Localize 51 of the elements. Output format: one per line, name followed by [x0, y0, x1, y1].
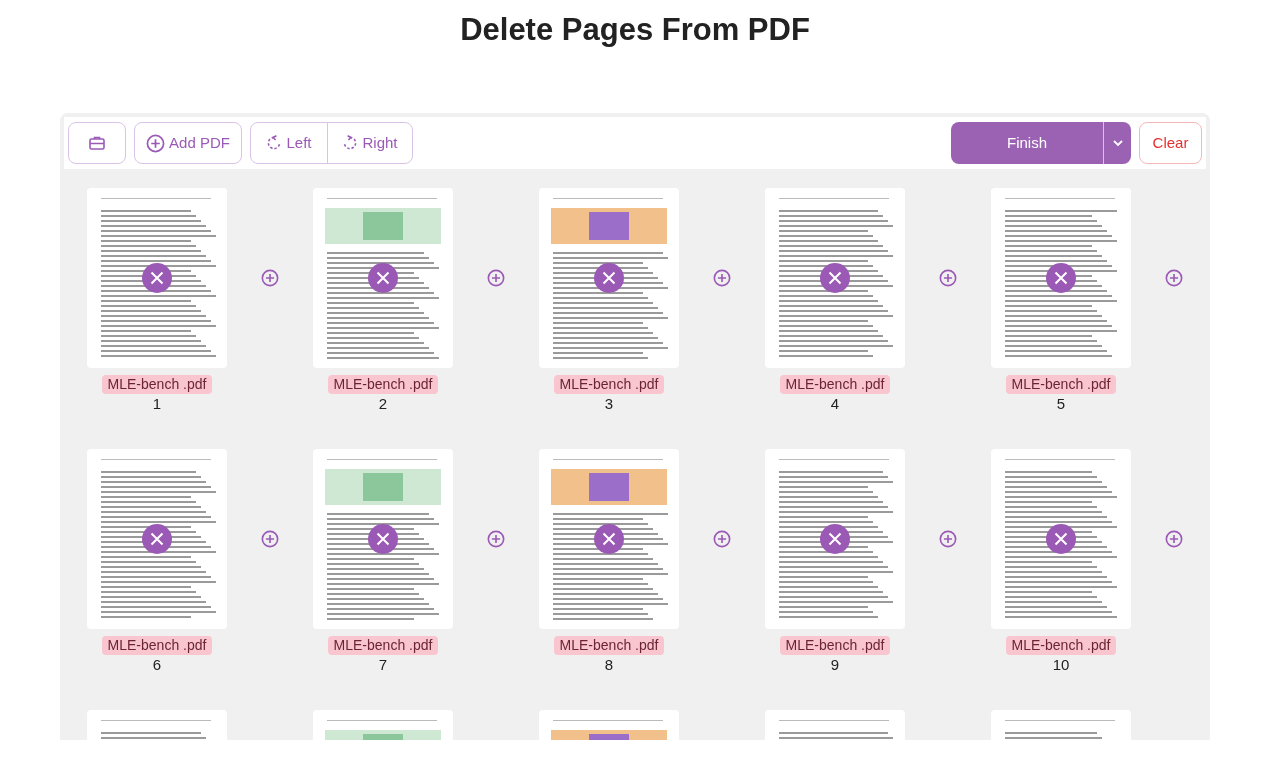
rotate-right-button[interactable]: Right — [327, 123, 412, 163]
file-name-tag: MLE-bench .pdf — [1005, 375, 1117, 394]
file-name-tag: MLE-bench .pdf — [1005, 636, 1117, 655]
page-number: 2 — [378, 394, 388, 413]
close-icon — [376, 532, 390, 546]
toolbox-icon — [89, 136, 105, 150]
clear-button[interactable]: Clear — [1139, 122, 1202, 164]
rotate-left-button[interactable]: Left — [251, 123, 327, 163]
add-icon[interactable] — [1165, 530, 1183, 548]
close-icon — [150, 271, 164, 285]
close-icon — [828, 271, 842, 285]
add-icon[interactable] — [713, 269, 731, 287]
close-icon — [1054, 271, 1068, 285]
page-title: Delete Pages From PDF — [460, 11, 810, 49]
add-pdf-button[interactable]: Add PDF — [134, 122, 242, 164]
page-number: 9 — [830, 655, 840, 674]
page-number: 10 — [1052, 655, 1070, 674]
file-name-tag: MLE-bench .pdf — [327, 375, 439, 394]
rotate-icon — [342, 135, 359, 151]
close-icon — [1054, 532, 1068, 546]
close-icon — [828, 532, 842, 546]
close-icon — [602, 271, 616, 285]
add-icon[interactable] — [487, 269, 505, 287]
close-icon — [602, 532, 616, 546]
page-number: 1 — [152, 394, 162, 413]
file-name-tag: MLE-bench .pdf — [779, 636, 891, 655]
page-number: 5 — [1056, 394, 1066, 413]
add-icon[interactable] — [713, 530, 731, 548]
add-icon[interactable] — [261, 269, 279, 287]
add-icon[interactable] — [146, 133, 166, 153]
rotate-icon — [266, 135, 283, 151]
add-icon[interactable] — [939, 269, 957, 287]
add-icon[interactable] — [261, 530, 279, 548]
page-number: 6 — [152, 655, 162, 674]
add-icon[interactable] — [1165, 269, 1183, 287]
tools-button[interactable] — [68, 122, 126, 164]
add-icon[interactable] — [487, 530, 505, 548]
caret-icon — [1111, 139, 1124, 147]
file-name-tag: MLE-bench .pdf — [553, 375, 665, 394]
page-number: 3 — [604, 394, 614, 413]
page-number: 8 — [604, 655, 614, 674]
close-icon — [150, 532, 164, 546]
file-name-tag: MLE-bench .pdf — [553, 636, 665, 655]
file-name-tag: MLE-bench .pdf — [779, 375, 891, 394]
file-name-tag: MLE-bench .pdf — [101, 375, 213, 394]
file-name-tag: MLE-bench .pdf — [327, 636, 439, 655]
close-icon — [376, 271, 390, 285]
add-icon[interactable] — [939, 530, 957, 548]
page-number: 7 — [378, 655, 388, 674]
file-name-tag: MLE-bench .pdf — [101, 636, 213, 655]
page-number: 4 — [830, 394, 840, 413]
